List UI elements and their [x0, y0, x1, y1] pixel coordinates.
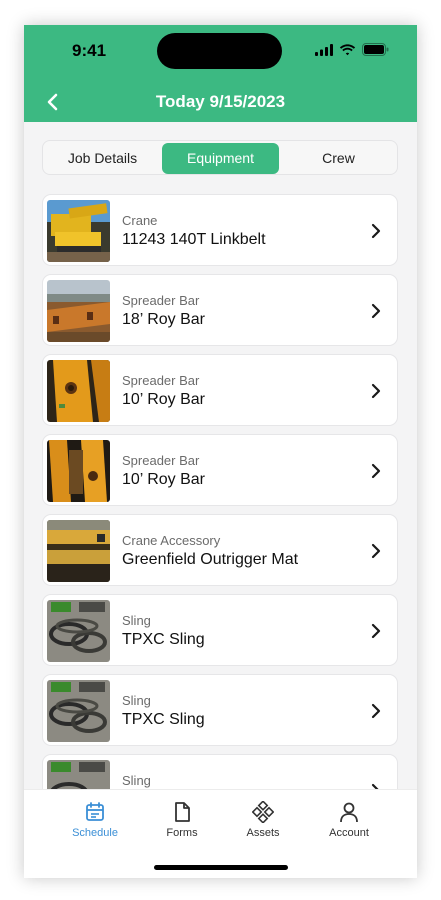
chevron-right-icon — [371, 463, 381, 479]
tab-job-details[interactable]: Job Details — [45, 143, 160, 174]
equipment-category: Sling — [122, 613, 151, 628]
tab-label: Account — [329, 827, 369, 839]
status-icons — [315, 43, 389, 56]
list-item[interactable]: Spreader Bar 10’ Roy Bar — [42, 434, 398, 506]
equipment-name: 10’ Roy Bar — [122, 471, 205, 488]
tab-forms[interactable]: Forms — [147, 790, 217, 850]
equipment-category: Crane — [122, 213, 158, 228]
equipment-photo — [47, 520, 110, 582]
equipment-photo — [47, 440, 110, 502]
chevron-right-icon — [371, 303, 381, 319]
equipment-category: Crane Accessory — [122, 533, 221, 548]
battery-icon — [362, 43, 389, 56]
page-title: Today 9/15/2023 — [155, 92, 286, 111]
equipment-name: 18’ Roy Bar — [122, 311, 205, 328]
tab-account[interactable]: Account — [314, 790, 384, 850]
tab-label: Schedule — [72, 827, 118, 839]
calendar-icon — [86, 802, 104, 821]
chevron-right-icon — [371, 703, 381, 719]
phone-screen: 9:41 Today 9/15/2023 Job Details Equipme… — [24, 25, 417, 878]
equipment-name: TPXC Sling — [122, 711, 205, 728]
tab-label: Assets — [246, 827, 280, 839]
equipment-name: 10’ Roy Bar — [122, 391, 205, 408]
dynamic-island — [157, 33, 282, 69]
list-item[interactable]: Crane Accessory Greenfield Outrigger Mat — [42, 514, 398, 586]
list-item[interactable]: Spreader Bar 10’ Roy Bar — [42, 354, 398, 426]
equipment-name: 11243 140T Linkbelt — [122, 231, 266, 248]
equipment-photo — [47, 280, 110, 342]
home-indicator — [154, 865, 288, 870]
tab-crew[interactable]: Crew — [281, 143, 396, 174]
assets-icon — [252, 801, 274, 823]
tab-equipment[interactable]: Equipment — [162, 143, 279, 174]
header-bar: 9:41 Today 9/15/2023 — [24, 25, 417, 122]
cellular-signal-icon — [315, 43, 333, 56]
person-icon — [340, 802, 358, 823]
equipment-category: Sling — [122, 693, 151, 708]
bottom-tab-bar: Schedule Forms Assets Account — [24, 789, 417, 878]
chevron-right-icon — [371, 623, 381, 639]
status-time: 9:41 — [72, 41, 107, 60]
equipment-photo — [47, 200, 110, 262]
equipment-category: Sling — [122, 773, 151, 788]
tab-schedule[interactable]: Schedule — [60, 790, 130, 850]
equipment-photo — [47, 360, 110, 422]
equipment-photo — [47, 680, 110, 742]
tab-label: Forms — [166, 827, 198, 839]
list-item[interactable]: Crane 11243 140T Linkbelt — [42, 194, 398, 266]
equipment-category: Spreader Bar — [122, 373, 200, 388]
equipment-category: Spreader Bar — [122, 293, 200, 308]
equipment-name: Greenfield Outrigger Mat — [122, 551, 299, 568]
chevron-right-icon — [371, 223, 381, 239]
segmented-tabs: Job Details Equipment Crew — [42, 140, 398, 175]
wifi-icon — [339, 43, 356, 55]
list-item[interactable]: Spreader Bar 18’ Roy Bar — [42, 274, 398, 346]
chevron-right-icon — [371, 383, 381, 399]
equipment-photo — [47, 600, 110, 662]
chevron-right-icon — [371, 543, 381, 559]
equipment-name: TPXC Sling — [122, 631, 205, 648]
list-item[interactable]: Sling TPXC Sling — [42, 594, 398, 666]
document-icon — [175, 802, 190, 822]
list-item[interactable]: Sling TPXC Sling — [42, 674, 398, 746]
tab-assets[interactable]: Assets — [228, 790, 298, 850]
equipment-category: Spreader Bar — [122, 453, 200, 468]
